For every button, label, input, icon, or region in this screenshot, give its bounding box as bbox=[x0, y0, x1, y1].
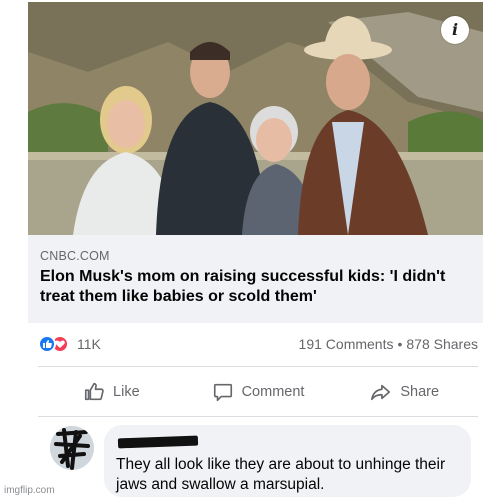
divider bbox=[38, 416, 478, 417]
commenter-avatar[interactable] bbox=[50, 426, 94, 470]
link-domain: CNBC.COM bbox=[40, 249, 110, 263]
post-card: i CNBC.COM Elon Musk's mom on raising su… bbox=[10, 0, 490, 500]
divider bbox=[38, 366, 478, 367]
like-reaction-icon bbox=[38, 335, 56, 353]
stats-separator: • bbox=[397, 336, 403, 352]
share-arrow-icon bbox=[371, 384, 391, 401]
comment-button[interactable]: Comment bbox=[185, 372, 332, 412]
avatar-scribble-icon bbox=[50, 426, 94, 470]
comment-bubble-icon bbox=[213, 383, 232, 402]
redacted-commenter-name bbox=[117, 435, 199, 449]
link-preview[interactable]: CNBC.COM Elon Musk's mom on raising succ… bbox=[28, 235, 483, 323]
watermark: imgflip.com bbox=[4, 485, 55, 496]
reaction-icons[interactable] bbox=[38, 335, 69, 353]
comment-text: They all look like they are about to unh… bbox=[116, 456, 446, 493]
shares-count[interactable]: 878 Shares bbox=[406, 336, 478, 352]
link-headline[interactable]: Elon Musk's mom on raising successful ki… bbox=[40, 267, 471, 307]
like-button[interactable]: Like bbox=[38, 372, 185, 412]
share-button[interactable]: Share bbox=[331, 372, 478, 412]
comment-bubble: They all look like they are about to unh… bbox=[104, 425, 471, 497]
reaction-count[interactable]: 11K bbox=[77, 336, 101, 352]
action-bar: Like Comment Share bbox=[38, 372, 478, 412]
comment-button-label: Comment bbox=[241, 384, 305, 400]
like-button-label: Like bbox=[113, 384, 140, 400]
reactions-bar: 11K 191 Comments • 878 Shares bbox=[38, 330, 478, 358]
share-button-label: Share bbox=[400, 384, 440, 400]
photo-illustration bbox=[28, 2, 483, 235]
comments-count[interactable]: 191 Comments bbox=[299, 336, 394, 352]
thumbs-up-icon bbox=[84, 382, 104, 401]
post-stats: 191 Comments • 878 Shares bbox=[299, 336, 478, 352]
post-photo[interactable]: i bbox=[28, 2, 483, 235]
info-icon[interactable]: i bbox=[441, 16, 469, 44]
